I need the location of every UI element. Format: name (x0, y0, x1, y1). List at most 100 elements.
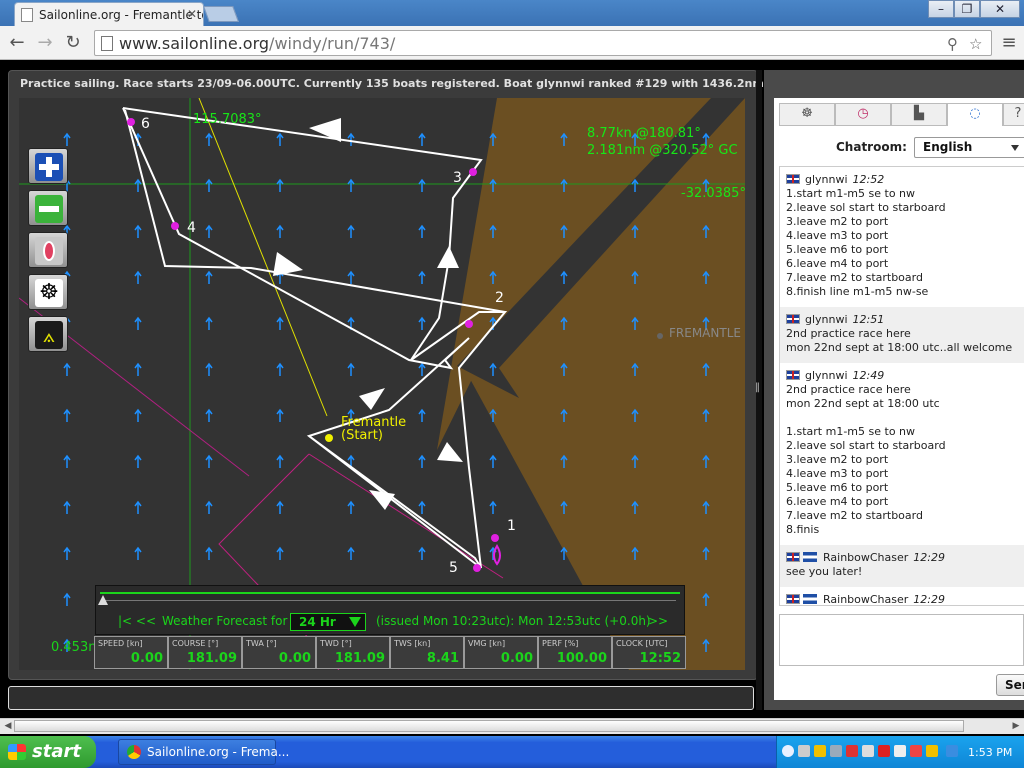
weather-forecast-panel: |< << Weather Forecast for (issued Mon 1… (95, 585, 685, 635)
forecast-hours-select[interactable]: 24 Hr (290, 613, 366, 631)
instrument-label: PERF [%] (542, 639, 579, 648)
chat-line: see you later! (786, 565, 863, 578)
help-icon: ? (1014, 106, 1022, 121)
battery-icon[interactable] (946, 745, 958, 757)
forward-icon[interactable]: → (34, 32, 56, 54)
search-icon[interactable]: ⚲ (947, 35, 958, 53)
language-value: English (923, 140, 973, 154)
chat-bubble-icon: ◌ (969, 106, 981, 121)
tab-helm[interactable]: ☸ (779, 103, 835, 126)
security-icon[interactable] (846, 745, 858, 757)
device-icon[interactable] (894, 745, 906, 757)
bookmark-star-icon[interactable]: ☆ (969, 35, 982, 53)
zoom-in-button[interactable] (28, 148, 68, 184)
race-route (122, 107, 508, 569)
zoom-out-button[interactable] (28, 190, 68, 226)
chat-line: 2nd practice race here (786, 327, 911, 340)
chat-username[interactable]: RainbowChaser (823, 593, 908, 606)
chat-message: glynnwi 12:51 2nd practice race here mon 22… (780, 307, 1024, 363)
chat-line: 4.leave m3 to port (786, 467, 889, 480)
page-icon (21, 8, 33, 22)
menu-icon[interactable]: ≡ (998, 32, 1020, 54)
forecast-timeline[interactable] (100, 592, 680, 594)
mark-1-label: 1 (507, 518, 516, 534)
url-text: www.sailonline.org/windy/run/743/ (119, 34, 396, 53)
chat-line: 7.leave m2 to startboard (786, 509, 923, 522)
uk-flag-icon (786, 314, 800, 324)
scroll-right-icon[interactable]: ▶ (1010, 720, 1022, 732)
back-icon[interactable]: ← (6, 32, 28, 54)
shield-icon[interactable] (814, 745, 826, 757)
mark-2-label: 2 (495, 290, 504, 306)
chatroom-label: Chatroom: (836, 140, 907, 154)
instrument-label: TWD [°] (320, 639, 352, 648)
reload-icon[interactable]: ↻ (62, 32, 84, 54)
forecast-next-button[interactable]: >> (648, 614, 668, 628)
mark-4-label: 4 (187, 220, 196, 236)
tab-ranking[interactable]: ▙ (891, 103, 947, 126)
forecast-prev-button[interactable]: |< << (118, 614, 156, 628)
chat-message: RainbowChaser 12:29 see you later! (780, 545, 1024, 587)
instrument-value: 0.00 (130, 651, 163, 666)
chat-username[interactable]: RainbowChaser (823, 551, 908, 564)
screen: Sailonline.org - Fremantle to ✕ – ❐ ✕ ← … (0, 0, 1024, 768)
signal-icon[interactable] (798, 745, 810, 757)
forecast-slider-handle[interactable] (98, 595, 108, 605)
send-button[interactable]: Send (996, 674, 1024, 696)
address-bar[interactable]: www.sailonline.org/windy/run/743/ ⚲ ☆ (94, 30, 992, 56)
chat-app-icon[interactable] (926, 745, 938, 757)
chat-messages[interactable]: glynnwi 12:52 1.start m1-m5 se to nw 2.leav… (779, 166, 1024, 606)
chat-line: 3.leave m2 to port (786, 453, 889, 466)
chat-line: 5.leave m6 to port (786, 243, 889, 256)
uk-flag-icon (786, 370, 800, 380)
start-button[interactable]: start (0, 736, 96, 768)
network-icon[interactable] (830, 745, 842, 757)
boat-icon (493, 544, 501, 566)
chat-input[interactable] (779, 614, 1024, 666)
start-point (325, 434, 333, 442)
taskbar-item-browser[interactable]: Sailonline.org - Frema... (118, 739, 289, 765)
close-tab-icon[interactable]: ✕ (187, 7, 197, 21)
instrument-cell: TWD [°] 181.09 (316, 636, 390, 669)
chat-time: 12:51 (852, 312, 885, 326)
city-label: FREMANTLE (669, 326, 741, 340)
race-route-leg (124, 109, 506, 313)
update-icon[interactable] (910, 745, 922, 757)
scrollbar-thumb[interactable] (14, 720, 964, 732)
antivirus-icon[interactable] (878, 745, 890, 757)
chat-line: 7.leave m2 to startboard (786, 271, 923, 284)
uk-flag-icon (786, 174, 800, 184)
zoom-out-icon (35, 195, 63, 223)
minimize-button[interactable]: – (928, 0, 954, 18)
forecast-hours-value: 24 Hr (299, 615, 336, 629)
status-bar (8, 686, 754, 710)
new-tab-button[interactable] (203, 6, 239, 22)
boat-flag-icon (803, 552, 817, 562)
divider-grip-icon[interactable]: ‖ (755, 382, 763, 398)
chat-line: 6.leave m4 to port (786, 257, 889, 270)
chat-username[interactable]: glynnwi (805, 313, 848, 326)
chat-username[interactable]: glynnwi (805, 369, 848, 382)
start-label: Fremantle (Start) (341, 415, 407, 443)
volume-icon[interactable] (862, 745, 874, 757)
race-map[interactable]: 8.77kn @180.81° 2.181nm @320.52° GC -32.… (19, 98, 745, 670)
tab-clock[interactable]: ◷ (835, 103, 891, 126)
close-window-button[interactable]: ✕ (980, 0, 1020, 18)
tab-sailonline[interactable]: Sailonline.org - Fremantle to ✕ (14, 2, 204, 26)
tray-expand-icon[interactable] (782, 745, 794, 757)
instrument-value: 100.00 (556, 651, 607, 666)
center-boat-button[interactable] (28, 232, 68, 268)
chat-line: 2.leave sol start to starboard (786, 201, 946, 214)
tab-chat[interactable]: ◌ (947, 103, 1003, 126)
chat-line: 8.finish line m1-m5 nw-se (786, 285, 929, 298)
chevron-down-icon (1011, 145, 1019, 151)
helm-button[interactable]: ☸ (28, 274, 68, 310)
language-select[interactable]: English (914, 137, 1024, 158)
tab-help[interactable]: ? (1003, 103, 1024, 126)
scroll-left-icon[interactable]: ◀ (2, 720, 14, 732)
chat-username[interactable]: glynnwi (805, 173, 848, 186)
dividers-button[interactable]: ⟑ (28, 316, 68, 352)
instrument-bar: SPEED [kn] 0.00 COURSE [°] 181.09 TWA [°] 0.0… (94, 636, 686, 669)
maximize-button[interactable]: ❐ (954, 0, 980, 18)
uk-flag-icon (786, 594, 800, 604)
